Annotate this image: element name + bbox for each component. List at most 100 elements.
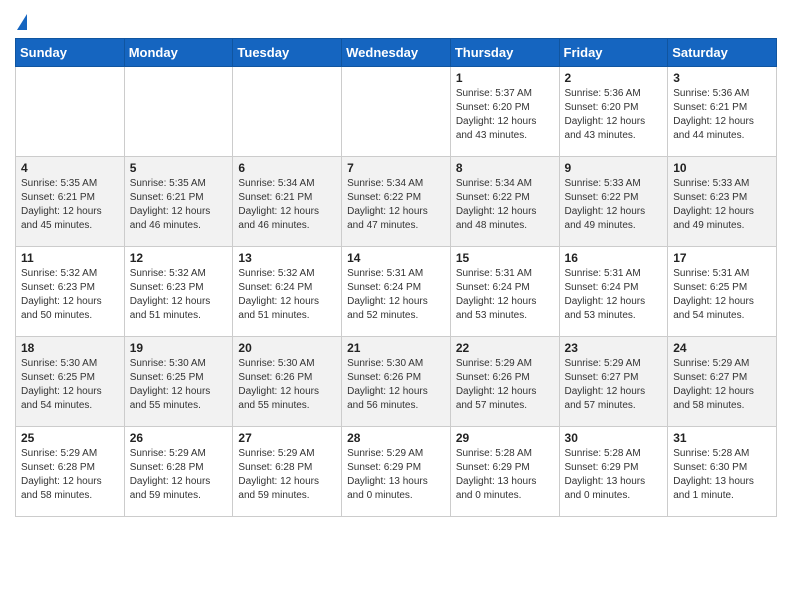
day-number: 7 [347, 161, 445, 175]
day-number: 14 [347, 251, 445, 265]
day-info: Sunrise: 5:30 AM Sunset: 6:25 PM Dayligh… [21, 357, 119, 413]
calendar-day-cell: 30Sunrise: 5:28 AM Sunset: 6:29 PM Dayli… [559, 427, 668, 517]
weekday-header-cell: Friday [559, 39, 668, 67]
day-number: 10 [673, 161, 771, 175]
day-number: 3 [673, 71, 771, 85]
logo-triangle-icon [17, 14, 27, 30]
calendar-day-cell: 13Sunrise: 5:32 AM Sunset: 6:24 PM Dayli… [233, 247, 342, 337]
day-number: 8 [456, 161, 554, 175]
day-info: Sunrise: 5:33 AM Sunset: 6:23 PM Dayligh… [673, 177, 771, 233]
day-number: 9 [565, 161, 663, 175]
calendar-week-row: 11 Sunrise: 5:32 AM Sunset: 6:23 PM Dayli… [16, 247, 777, 337]
calendar-day-cell: 17 Sunrise: 5:31 AM Sunset: 6:25 PM Dayli… [668, 247, 777, 337]
day-info: Sunrise: 5:36 AM Sunset: 6:20 PM Dayligh… [565, 87, 663, 143]
calendar-day-cell: 15 Sunrise: 5:31 AM Sunset: 6:24 PM Dayli… [450, 247, 559, 337]
day-number: 5 [130, 161, 228, 175]
day-info: Sunrise: 5:36 AM Sunset: 6:21 PM Dayligh… [673, 87, 771, 143]
calendar-week-row: 18 Sunrise: 5:30 AM Sunset: 6:25 PM Dayli… [16, 337, 777, 427]
day-number: 21 [347, 341, 445, 355]
calendar-day-cell: 9 Sunrise: 5:33 AM Sunset: 6:22 PM Daylig… [559, 157, 668, 247]
day-info: Sunrise: 5:37 AM Sunset: 6:20 PM Dayligh… [456, 87, 554, 143]
day-info: Sunrise: 5:29 AM Sunset: 6:28 PM Dayligh… [238, 447, 336, 503]
day-info: Sunrise: 5:34 AM Sunset: 6:22 PM Dayligh… [456, 177, 554, 233]
day-number: 13 [238, 251, 336, 265]
day-info: Sunrise: 5:29 AM Sunset: 6:28 PM Dayligh… [21, 447, 119, 503]
day-number: 18 [21, 341, 119, 355]
calendar-day-cell: 25 Sunrise: 5:29 AM Sunset: 6:28 PM Dayli… [16, 427, 125, 517]
day-info: Sunrise: 5:30 AM Sunset: 6:26 PM Dayligh… [238, 357, 336, 413]
day-number: 27 [238, 431, 336, 445]
calendar-day-cell: 27 Sunrise: 5:29 AM Sunset: 6:28 PM Dayli… [233, 427, 342, 517]
calendar-day-cell: 26Sunrise: 5:29 AM Sunset: 6:28 PM Dayli… [124, 427, 233, 517]
day-number: 19 [130, 341, 228, 355]
day-number: 30 [565, 431, 663, 445]
calendar-day-cell: 29Sunrise: 5:28 AM Sunset: 6:29 PM Dayli… [450, 427, 559, 517]
calendar-day-cell: 20 Sunrise: 5:30 AM Sunset: 6:26 PM Dayli… [233, 337, 342, 427]
calendar-day-cell: 21 Sunrise: 5:30 AM Sunset: 6:26 PM Dayli… [342, 337, 451, 427]
day-info: Sunrise: 5:30 AM Sunset: 6:26 PM Dayligh… [347, 357, 445, 413]
calendar-day-cell: 6Sunrise: 5:34 AM Sunset: 6:21 PM Daylig… [233, 157, 342, 247]
day-number: 17 [673, 251, 771, 265]
day-info: Sunrise: 5:33 AM Sunset: 6:22 PM Dayligh… [565, 177, 663, 233]
day-number: 29 [456, 431, 554, 445]
day-number: 2 [565, 71, 663, 85]
day-number: 4 [21, 161, 119, 175]
calendar-day-cell: 16 Sunrise: 5:31 AM Sunset: 6:24 PM Dayli… [559, 247, 668, 337]
day-info: Sunrise: 5:34 AM Sunset: 6:21 PM Dayligh… [238, 177, 336, 233]
day-number: 1 [456, 71, 554, 85]
calendar-day-cell: 7Sunrise: 5:34 AM Sunset: 6:22 PM Daylig… [342, 157, 451, 247]
calendar-day-cell: 11Sunrise: 5:32 AM Sunset: 6:23 PM Dayli… [16, 247, 125, 337]
day-number: 20 [238, 341, 336, 355]
calendar-day-cell: 19 Sunrise: 5:30 AM Sunset: 6:25 PM Dayli… [124, 337, 233, 427]
calendar-day-cell: 14 Sunrise: 5:31 AM Sunset: 6:24 PM Dayli… [342, 247, 451, 337]
calendar-day-cell [233, 67, 342, 157]
day-info: Sunrise: 5:31 AM Sunset: 6:25 PM Dayligh… [673, 267, 771, 323]
day-info: Sunrise: 5:31 AM Sunset: 6:24 PM Dayligh… [456, 267, 554, 323]
calendar-day-cell: 12 Sunrise: 5:32 AM Sunset: 6:23 PM Dayli… [124, 247, 233, 337]
calendar-day-cell [124, 67, 233, 157]
day-number: 16 [565, 251, 663, 265]
calendar-day-cell: 3 Sunrise: 5:36 AM Sunset: 6:21 PM Daylig… [668, 67, 777, 157]
calendar-day-cell: 28 Sunrise: 5:29 AM Sunset: 6:29 PM Dayli… [342, 427, 451, 517]
day-info: Sunrise: 5:31 AM Sunset: 6:24 PM Dayligh… [347, 267, 445, 323]
calendar-day-cell [342, 67, 451, 157]
calendar-day-cell: 10 Sunrise: 5:33 AM Sunset: 6:23 PM Dayli… [668, 157, 777, 247]
calendar-day-cell [16, 67, 125, 157]
weekday-header-row: SundayMondayTuesdayWednesdayThursdayFrid… [16, 39, 777, 67]
calendar-body: 1 Sunrise: 5:37 AM Sunset: 6:20 PM Daylig… [16, 67, 777, 517]
calendar-table: SundayMondayTuesdayWednesdayThursdayFrid… [15, 38, 777, 517]
day-info: Sunrise: 5:28 AM Sunset: 6:30 PM Dayligh… [673, 447, 771, 503]
calendar-day-cell: 4 Sunrise: 5:35 AM Sunset: 6:21 PM Daylig… [16, 157, 125, 247]
day-number: 15 [456, 251, 554, 265]
day-number: 26 [130, 431, 228, 445]
day-number: 31 [673, 431, 771, 445]
calendar-day-cell: 2 Sunrise: 5:36 AM Sunset: 6:20 PM Daylig… [559, 67, 668, 157]
calendar-week-row: 4 Sunrise: 5:35 AM Sunset: 6:21 PM Daylig… [16, 157, 777, 247]
day-info: Sunrise: 5:35 AM Sunset: 6:21 PM Dayligh… [21, 177, 119, 233]
day-number: 25 [21, 431, 119, 445]
weekday-header-cell: Saturday [668, 39, 777, 67]
calendar-day-cell: 23Sunrise: 5:29 AM Sunset: 6:27 PM Dayli… [559, 337, 668, 427]
day-number: 11 [21, 251, 119, 265]
day-number: 23 [565, 341, 663, 355]
day-info: Sunrise: 5:31 AM Sunset: 6:24 PM Dayligh… [565, 267, 663, 323]
day-info: Sunrise: 5:35 AM Sunset: 6:21 PM Dayligh… [130, 177, 228, 233]
day-number: 22 [456, 341, 554, 355]
day-info: Sunrise: 5:30 AM Sunset: 6:25 PM Dayligh… [130, 357, 228, 413]
day-number: 28 [347, 431, 445, 445]
calendar-week-row: 1 Sunrise: 5:37 AM Sunset: 6:20 PM Daylig… [16, 67, 777, 157]
weekday-header-cell: Thursday [450, 39, 559, 67]
page: SundayMondayTuesdayWednesdayThursdayFrid… [0, 0, 792, 527]
calendar-day-cell: 5 Sunrise: 5:35 AM Sunset: 6:21 PM Daylig… [124, 157, 233, 247]
day-info: Sunrise: 5:29 AM Sunset: 6:26 PM Dayligh… [456, 357, 554, 413]
header [15, 10, 777, 32]
day-number: 24 [673, 341, 771, 355]
day-info: Sunrise: 5:29 AM Sunset: 6:29 PM Dayligh… [347, 447, 445, 503]
calendar-day-cell: 24Sunrise: 5:29 AM Sunset: 6:27 PM Dayli… [668, 337, 777, 427]
calendar-day-cell: 1 Sunrise: 5:37 AM Sunset: 6:20 PM Daylig… [450, 67, 559, 157]
calendar-day-cell: 8 Sunrise: 5:34 AM Sunset: 6:22 PM Daylig… [450, 157, 559, 247]
calendar-day-cell: 18 Sunrise: 5:30 AM Sunset: 6:25 PM Dayli… [16, 337, 125, 427]
day-number: 12 [130, 251, 228, 265]
day-info: Sunrise: 5:32 AM Sunset: 6:23 PM Dayligh… [130, 267, 228, 323]
weekday-header-cell: Monday [124, 39, 233, 67]
